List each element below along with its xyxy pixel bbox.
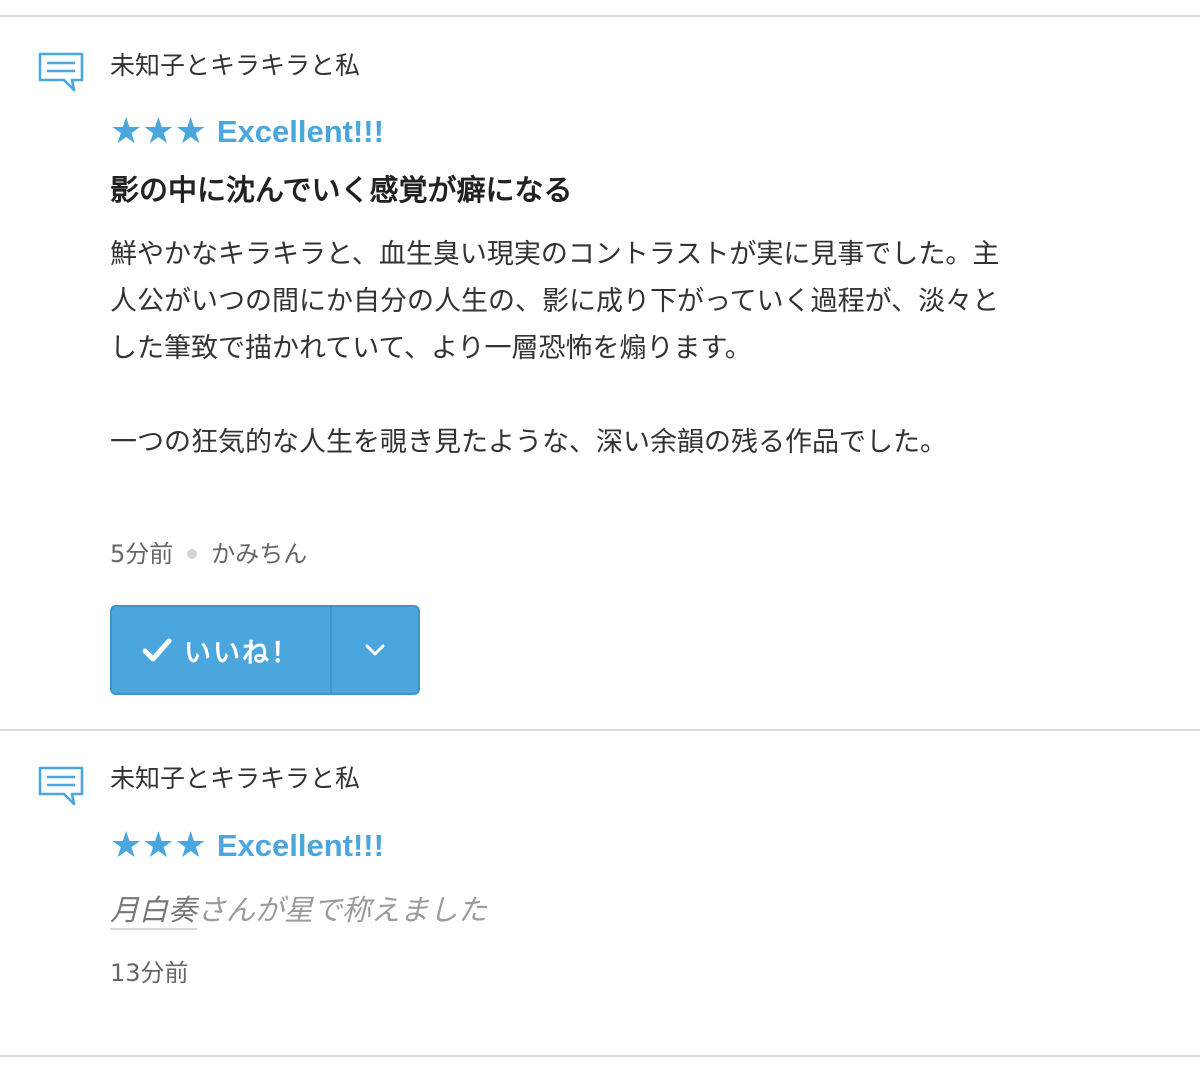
divider xyxy=(0,15,1200,17)
review-body-line: した筆致で描かれていて、より一層恐怖を煽ります。 xyxy=(110,333,752,364)
comment-icon xyxy=(38,766,84,806)
timestamp: 13分前 xyxy=(110,959,189,987)
rating: ★★★ Excellent!!! xyxy=(110,110,384,154)
rating-label: Excellent!!! xyxy=(216,828,384,863)
like-button-label: いいね！ xyxy=(184,637,300,669)
review-body-line: 人公がいつの間にか自分の人生の、影に成り下がっていく過程が、淡々と xyxy=(110,286,1000,317)
work-title-link[interactable]: 未知子とキラキラと私 xyxy=(110,50,360,82)
chevron-down-icon xyxy=(365,644,385,656)
activity-feed: 未知子とキラキラと私 ★★★ Excellent!!! 影の中に沈んでいく感覚が… xyxy=(0,0,1200,1073)
divider xyxy=(0,1055,1200,1057)
like-button[interactable]: いいね！ xyxy=(112,607,332,693)
review-title: 影の中に沈んでいく感覚が癖になる xyxy=(110,173,573,207)
rating-label: Excellent!!! xyxy=(216,114,384,149)
review-meta: 5分前 かみちん xyxy=(110,538,307,570)
review-body-line: 鮮やかなキラキラと、血生臭い現実のコントラストが実に見事でした。主 xyxy=(110,239,1000,270)
review-body-line xyxy=(110,372,1150,419)
like-button-group: いいね！ xyxy=(110,605,420,695)
author-link[interactable]: かみちん xyxy=(211,538,307,570)
review-body: 鮮やかなキラキラと、血生臭い現実のコントラストが実に見事でした。主 人公がいつの… xyxy=(110,231,1150,466)
timestamp: 5分前 xyxy=(110,540,174,568)
rating: ★★★ Excellent!!! xyxy=(110,824,384,868)
star-rating-icon: ★★★ xyxy=(110,825,207,866)
user-link[interactable]: 月白奏 xyxy=(110,893,198,930)
rating-meta: 13分前 xyxy=(110,957,189,989)
activity-description: さんが星で称えました xyxy=(197,893,488,927)
work-title-link[interactable]: 未知子とキラキラと私 xyxy=(110,763,360,795)
checkmark-icon xyxy=(142,638,172,662)
review-body-line: 一つの狂気的な人生を覗き見たような、深い余韻の残る作品でした。 xyxy=(110,427,947,458)
divider xyxy=(0,729,1200,731)
like-options-dropdown[interactable] xyxy=(332,607,418,693)
star-rating-icon: ★★★ xyxy=(110,111,207,152)
separator-dot xyxy=(187,549,198,559)
comment-icon xyxy=(38,52,84,92)
activity-text: 月白奏さんが星で称えました xyxy=(110,890,487,930)
